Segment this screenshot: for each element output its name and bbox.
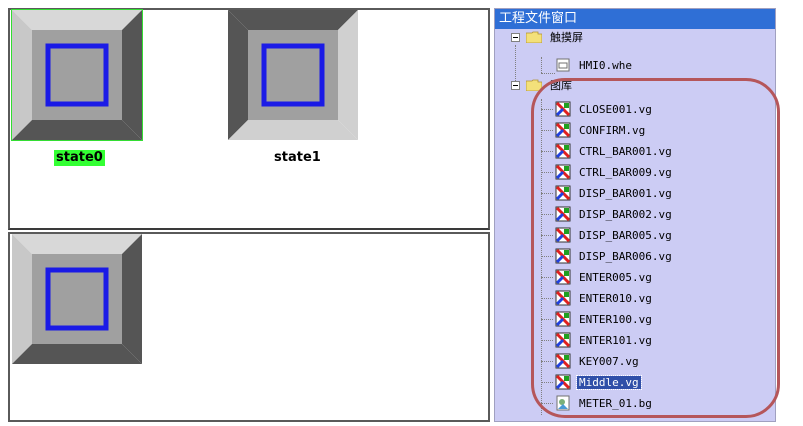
library-item-label: KEY007.vg (579, 354, 639, 368)
library-item-label: ENTER101.vg (579, 333, 652, 347)
image-file-icon (555, 227, 571, 243)
image-file-icon (555, 311, 571, 327)
tree-node-library[interactable]: 图库 (511, 75, 574, 95)
bitmap-file-icon (556, 395, 570, 411)
image-file-icon (555, 101, 571, 117)
library-item-label: DISP_BAR001.vg (579, 186, 672, 200)
library-item[interactable]: ENTER101.vg (541, 330, 654, 350)
library-item-label: ENTER010.vg (579, 291, 652, 305)
library-item-label: ENTER005.vg (579, 270, 652, 284)
image-file-icon (555, 353, 571, 369)
image-file-icon (555, 290, 571, 306)
library-item-label: DISP_BAR002.vg (579, 207, 672, 221)
button-state-image (12, 10, 142, 140)
window-title: 工程文件窗口 (495, 9, 775, 29)
library-item-label: DISP_BAR005.vg (579, 228, 672, 242)
library-item[interactable]: CTRL_BAR009.vg (541, 162, 674, 182)
library-item-label: ENTER100.vg (579, 312, 652, 326)
library-item-label: DISP_BAR006.vg (579, 249, 672, 263)
collapse-icon[interactable] (511, 80, 520, 90)
library-item-label: CONFIRM.vg (579, 123, 646, 137)
library-item[interactable]: METER_01.bg (541, 393, 654, 413)
library-item[interactable]: KEY007.vg (541, 351, 641, 371)
library-item-label: METER_01.bg (579, 396, 652, 410)
library-item[interactable]: CTRL_BAR001.vg (541, 141, 674, 161)
state0-thumbnail[interactable] (11, 9, 143, 141)
screen-file-icon (556, 58, 570, 72)
library-item[interactable]: CONFIRM.vg (541, 120, 647, 140)
graphic-thumbnail[interactable] (12, 234, 142, 364)
library-item[interactable]: ENTER100.vg (541, 309, 654, 329)
library-item-label: CLOSE001.vg (579, 102, 652, 116)
library-item[interactable]: Middle.vg (541, 372, 642, 392)
button-state-image (228, 10, 358, 140)
image-file-icon (555, 122, 571, 138)
tree-item-hmi0[interactable]: HMI0.whe (555, 55, 634, 75)
state-preview-panel: state0 state1 (8, 8, 490, 230)
state0-label[interactable]: state0 (54, 150, 105, 166)
button-graphic-image (12, 234, 142, 364)
tree-node-label: 图库 (550, 79, 572, 92)
graphic-preview-panel (8, 232, 490, 422)
collapse-icon[interactable] (511, 32, 520, 42)
image-file-icon (555, 269, 571, 285)
library-item[interactable]: DISP_BAR001.vg (541, 183, 674, 203)
library-item-label: CTRL_BAR001.vg (579, 144, 672, 158)
image-file-icon (555, 185, 571, 201)
state1-thumbnail[interactable] (228, 10, 358, 140)
tree-node-label: 触摸屏 (550, 31, 583, 44)
project-file-window: 工程文件窗口 触摸屏 HMI0.whe 图库 CLOSE001.vg CONFIR… (494, 8, 776, 422)
image-file-icon (555, 206, 571, 222)
library-item[interactable]: CLOSE001.vg (541, 99, 654, 119)
folder-icon (526, 79, 542, 91)
state1-label[interactable]: state1 (272, 150, 323, 166)
folder-icon (526, 31, 542, 43)
library-item[interactable]: DISP_BAR006.vg (541, 246, 674, 266)
image-file-icon (555, 374, 571, 390)
library-item[interactable]: DISP_BAR005.vg (541, 225, 674, 245)
library-item-label: Middle.vg (576, 374, 642, 390)
tree-node-touchscreen[interactable]: 触摸屏 (511, 27, 585, 47)
library-item[interactable]: DISP_BAR002.vg (541, 204, 674, 224)
tree-item-label: HMI0.whe (579, 58, 632, 72)
image-file-icon (555, 164, 571, 180)
image-file-icon (555, 332, 571, 348)
library-item-label: CTRL_BAR009.vg (579, 165, 672, 179)
image-file-icon (555, 248, 571, 264)
library-item[interactable]: ENTER010.vg (541, 288, 654, 308)
image-file-icon (555, 143, 571, 159)
library-item[interactable]: ENTER005.vg (541, 267, 654, 287)
